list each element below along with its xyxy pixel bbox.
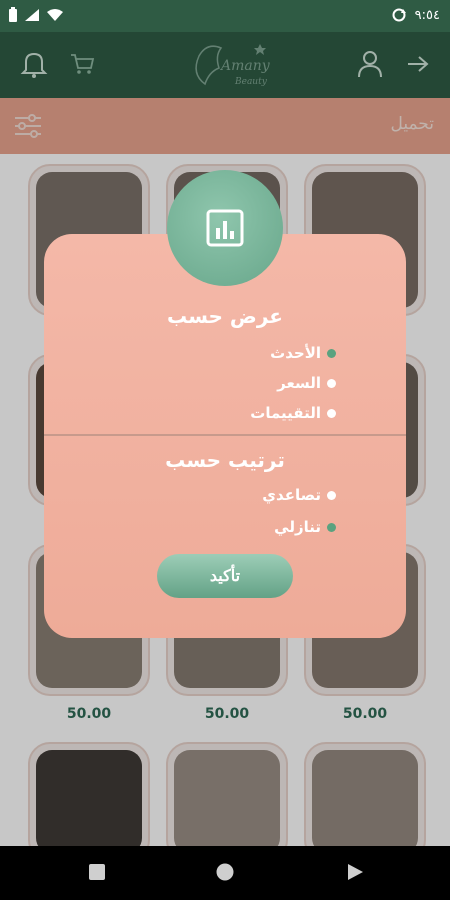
status-icons-right: ٩:٥٤: [391, 7, 440, 23]
home-icon[interactable]: [216, 863, 234, 881]
battery-icon: [9, 7, 17, 22]
view-option-ratings[interactable]: التقييمات: [250, 404, 336, 422]
option-label: السعر: [277, 374, 321, 392]
status-time: ٩:٥٤: [414, 7, 440, 23]
signal-icon: [25, 9, 39, 21]
option-label: الأحدث: [270, 344, 321, 362]
recents-icon[interactable]: [88, 863, 106, 881]
status-bar: ٩:٥٤: [0, 0, 450, 32]
sort-filter-dialog: عرض حسب الأحدث السعر التقييمات ترتيب حسب…: [44, 234, 406, 638]
sync-icon: [392, 8, 406, 22]
dialog-divider: [44, 434, 406, 436]
wifi-icon: [47, 9, 63, 21]
dialog-badge: [167, 170, 283, 286]
sort-option-descending[interactable]: تنازلي: [274, 518, 336, 536]
sort-by-title: ترتيب حسب: [165, 448, 285, 472]
option-label: تصاعدي: [262, 486, 321, 504]
option-label: تنازلي: [274, 518, 321, 536]
radio-icon: [327, 378, 336, 388]
option-label: التقييمات: [250, 404, 321, 422]
status-icons-left: [8, 7, 64, 23]
back-icon[interactable]: [346, 863, 364, 881]
view-option-newest[interactable]: الأحدث: [270, 344, 336, 362]
confirm-button[interactable]: تأكيد: [157, 554, 293, 598]
view-by-title: عرض حسب: [167, 304, 283, 328]
radio-icon: [327, 490, 336, 500]
radio-selected-icon: [327, 348, 336, 358]
radio-icon: [327, 408, 336, 418]
radio-selected-icon: [327, 522, 336, 532]
system-nav-bar: [0, 846, 450, 900]
sort-option-ascending[interactable]: تصاعدي: [262, 486, 336, 504]
chart-icon: [206, 209, 244, 247]
view-option-price[interactable]: السعر: [277, 374, 336, 392]
